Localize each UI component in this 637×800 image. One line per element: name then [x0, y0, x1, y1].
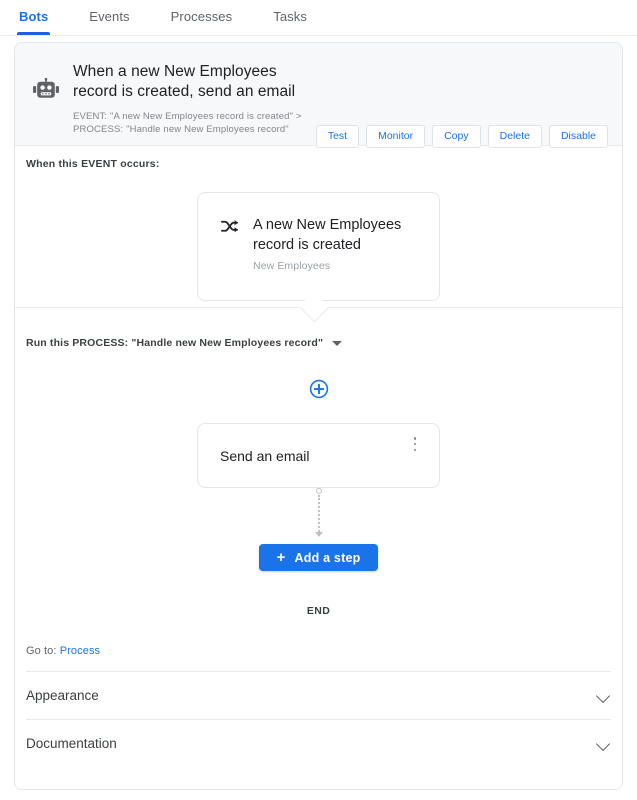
- event-node-subtitle: New Employees: [253, 260, 331, 272]
- step-connector: [197, 488, 440, 546]
- tab-bots[interactable]: Bots: [16, 0, 51, 35]
- tab-events[interactable]: Events: [89, 0, 129, 35]
- tab-processes-label: Processes: [170, 9, 233, 24]
- chevron-down-icon[interactable]: [595, 736, 611, 751]
- accordion-documentation[interactable]: Documentation: [15, 720, 622, 767]
- add-a-step-label: Add a step: [294, 550, 361, 565]
- test-button[interactable]: Test: [315, 125, 360, 148]
- main-tabbar: Bots Events Processes Tasks: [0, 0, 637, 36]
- add-node-row: [15, 379, 622, 404]
- connector-arrowhead: [314, 532, 323, 537]
- event-process-divider: [15, 298, 622, 308]
- add-a-step-button[interactable]: + Add a step: [258, 544, 379, 571]
- chevron-down-icon[interactable]: [595, 688, 611, 703]
- event-node-title: A new New Employees record is created: [253, 217, 402, 253]
- tab-events-label: Events: [89, 9, 130, 24]
- shuffle-icon: [220, 215, 240, 300]
- step-card-send-an-email[interactable]: Send an email: [197, 423, 440, 488]
- accordion-appearance[interactable]: Appearance: [15, 672, 622, 719]
- process-section: Run this PROCESS: "Handle new New Employ…: [15, 320, 622, 617]
- bot-detail-card: When a new New Employees record is creat…: [14, 42, 623, 790]
- disable-button[interactable]: Disable: [548, 125, 608, 148]
- robot-icon: [29, 78, 63, 145]
- step-label: Send an email: [220, 447, 310, 464]
- delete-button[interactable]: Delete: [487, 125, 542, 148]
- goto-process-link[interactable]: Process: [60, 645, 100, 657]
- goto-row: Go to: Process: [15, 617, 622, 657]
- monitor-button[interactable]: Monitor: [366, 125, 426, 148]
- chevron-down-icon[interactable]: [332, 340, 343, 346]
- plus-circle-icon[interactable]: [309, 379, 329, 404]
- event-node-card[interactable]: A new New Employees record is created Ne…: [197, 192, 440, 301]
- event-node-text: A new New Employees record is created Ne…: [240, 215, 421, 300]
- accordion-appearance-label: Appearance: [26, 688, 99, 703]
- connector-dashed-line: [317, 495, 320, 532]
- bot-header: When a new New Employees record is creat…: [15, 43, 622, 148]
- tab-bots-label: Bots: [19, 9, 49, 24]
- bot-action-buttons: Test Monitor Copy Delete Disable: [315, 125, 608, 148]
- add-step-row: + Add a step: [15, 544, 622, 571]
- accordion-documentation-label: Documentation: [26, 736, 117, 751]
- process-selector-label: Run this PROCESS: "Handle new New Employ…: [26, 337, 324, 349]
- end-label: END: [306, 605, 331, 617]
- process-selector-row[interactable]: Run this PROCESS: "Handle new New Employ…: [15, 320, 622, 349]
- tab-processes[interactable]: Processes: [171, 0, 233, 35]
- bot-title: When a new New Employees record is creat…: [73, 63, 296, 100]
- bot-subtitle-event: EVENT: "A new New Employees record is cr…: [73, 111, 302, 122]
- copy-button[interactable]: Copy: [432, 125, 481, 148]
- event-section-label: When this EVENT occurs:: [26, 158, 160, 170]
- tab-tasks[interactable]: Tasks: [273, 0, 307, 35]
- goto-prefix: Go to:: [26, 645, 57, 657]
- connector-start-dot: [315, 488, 322, 494]
- kebab-menu-icon[interactable]: [408, 435, 422, 453]
- event-section: When this EVENT occurs: A new New Employ…: [15, 146, 622, 320]
- plus-icon: +: [276, 548, 286, 566]
- tab-tasks-label: Tasks: [273, 9, 307, 24]
